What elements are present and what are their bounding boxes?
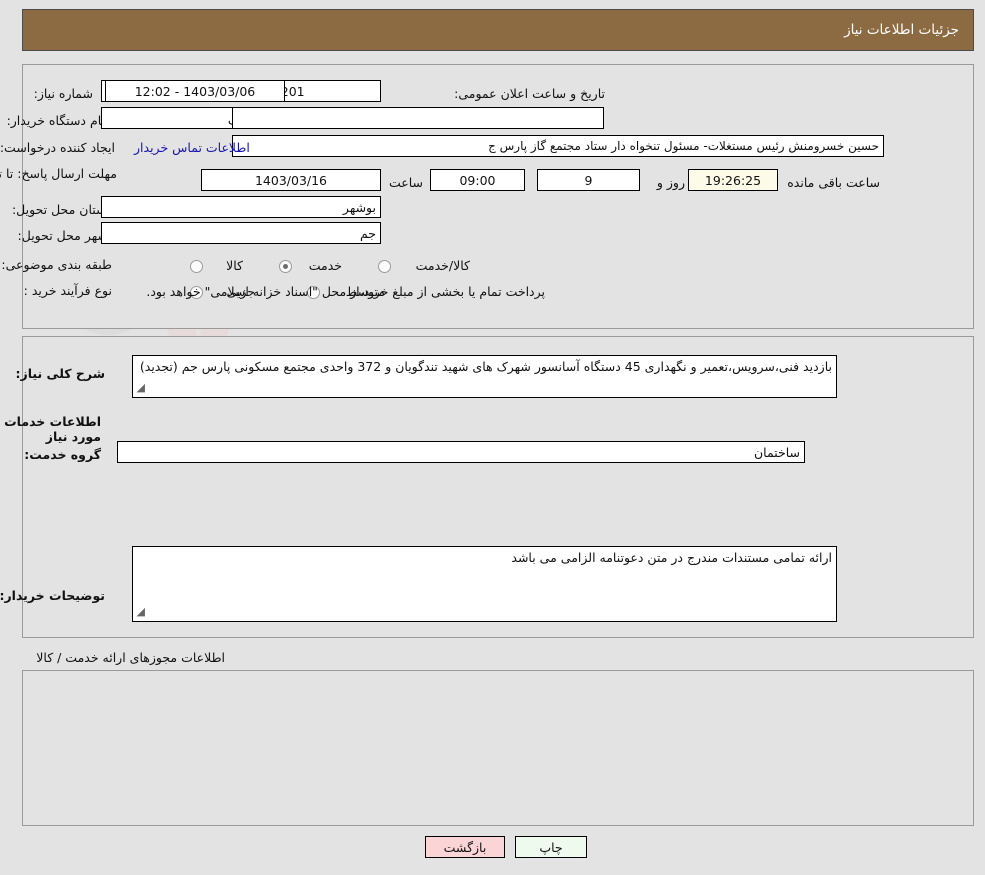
permits-panel xyxy=(22,670,974,826)
delivery-province-input[interactable]: بوشهر xyxy=(101,196,381,218)
delivery-city-label: شهر محل تحویل: xyxy=(17,228,108,243)
radio-classification-khedmat[interactable] xyxy=(279,260,292,273)
deadline-date-input[interactable]: 1403/03/16 xyxy=(201,169,381,191)
buyer-org-extra-input[interactable] xyxy=(232,107,604,129)
buyer-contact-link[interactable]: اطلاعات تماس خریدار xyxy=(134,140,250,155)
deadline-remaining-label: ساعت باقی مانده xyxy=(787,175,880,190)
need-description-label: شرح کلی نیاز: xyxy=(15,366,105,381)
back-button[interactable]: بازگشت xyxy=(425,836,505,858)
need-description-textarea[interactable]: بازدید فنی،سرویس،تعمیر و نگهداری 45 دستگ… xyxy=(132,355,837,398)
islamic-treasury-note: پرداخت تمام یا بخشی از مبلغ خرید،از محل … xyxy=(146,284,545,299)
deadline-days-input[interactable]: 9 xyxy=(537,169,640,191)
buyer-notes-textarea[interactable]: ارائه تمامی مستندات مندرج در متن دعوتنام… xyxy=(132,546,837,622)
deadline-label: مهلت ارسال پاسخ: تا تاریخ: xyxy=(0,166,117,181)
purchase-type-label: نوع فرآیند خرید : xyxy=(23,283,112,298)
services-section-title: اطلاعات خدمات مورد نیاز xyxy=(4,414,101,444)
radio-classification-kala[interactable] xyxy=(190,260,203,273)
deadline-hour-label: ساعت xyxy=(388,175,423,190)
buyer-notes-label: توضیحات خریدار: xyxy=(0,588,105,603)
deadline-days-label: روز و xyxy=(656,175,685,190)
page-header: جزئیات اطلاعات نیاز xyxy=(22,9,974,51)
service-group-input[interactable]: ساختمان xyxy=(117,441,805,463)
page-title: جزئیات اطلاعات نیاز xyxy=(844,22,959,38)
delivery-city-input[interactable]: جم xyxy=(101,222,381,244)
radio-classification-kala-khedmat[interactable] xyxy=(378,260,391,273)
radio-classification-khedmat-label: خدمت xyxy=(308,258,342,273)
announce-datetime-label: تاریخ و ساعت اعلان عمومی: xyxy=(454,86,605,101)
requester-label: ایجاد کننده درخواست: xyxy=(0,140,115,155)
subject-classification-label: طبقه بندی موضوعی: xyxy=(1,257,112,272)
permits-section-title: اطلاعات مجوزهای ارائه خدمت / کالا xyxy=(36,650,225,665)
radio-classification-kala-khedmat-label: کالا/خدمت xyxy=(415,258,470,273)
delivery-province-label: استان محل تحویل: xyxy=(11,202,110,217)
service-group-label: گروه خدمت: xyxy=(24,447,101,462)
announce-datetime-input[interactable]: 1403/03/06 - 12:02 xyxy=(105,80,285,102)
buyer-org-label: نام دستگاه خریدار: xyxy=(6,113,105,128)
requester-input[interactable]: حسین خسرومنش رئیس مستغلات- مسئول تنخواه … xyxy=(232,135,884,157)
print-button[interactable]: چاپ xyxy=(515,836,587,858)
radio-classification-kala-label: کالا xyxy=(226,258,243,273)
deadline-countdown: 19:26:25 xyxy=(688,169,778,191)
need-number-label: شماره نیاز: xyxy=(33,86,93,101)
deadline-hour-input[interactable]: 09:00 xyxy=(430,169,525,191)
page-root: V AriaTender.net جزئیات اطلاعات نیاز شما… xyxy=(0,0,985,875)
